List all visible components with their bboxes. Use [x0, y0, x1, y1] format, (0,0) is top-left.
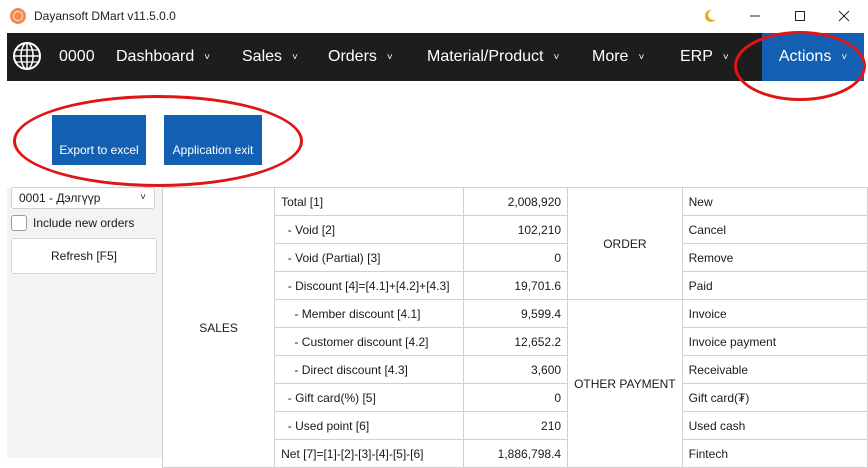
- nav-material-product-label: Material/Product: [427, 48, 544, 65]
- right-item: Invoice: [681, 299, 868, 328]
- annotation-ellipse-buttons: [13, 95, 303, 187]
- chevron-down-icon: ˅: [386, 51, 393, 63]
- right-item: Invoice payment: [681, 327, 868, 356]
- right-item: Fintech: [681, 439, 868, 468]
- nav-material-product[interactable]: Material/Product ˅: [427, 33, 559, 81]
- chevron-down-icon: ˅: [553, 51, 560, 63]
- title-bar: Dayansoft DMart v11.5.0.0: [0, 0, 868, 32]
- row-value: 1,886,798.4: [463, 439, 569, 468]
- row-label: - Used point [6]: [274, 411, 465, 440]
- sales-report-table: SALES Total [1] 2,008,920 ORDER New - Vo…: [161, 187, 868, 468]
- row-label: - Void (Partial) [3]: [274, 243, 465, 272]
- order-section-label: ORDER: [567, 187, 683, 300]
- close-icon[interactable]: [824, 4, 864, 28]
- row-value: 19,701.6: [463, 271, 569, 300]
- nav-sales-label: Sales: [242, 48, 283, 65]
- right-item: Receivable: [681, 355, 868, 384]
- nav-erp-label: ERP: [680, 48, 713, 65]
- right-item: Remove: [681, 243, 868, 272]
- branch-select-value: 0001 - Дэлгүүр: [19, 191, 101, 205]
- branch-select[interactable]: 0001 - Дэлгүүр ˅: [11, 187, 155, 209]
- window-title: Dayansoft DMart v11.5.0.0: [34, 9, 176, 23]
- minimize-icon[interactable]: [735, 4, 775, 28]
- right-item: Used cash: [681, 411, 868, 440]
- table-row: SALES Total [1] 2,008,920 ORDER New: [161, 187, 868, 468]
- row-label: - Void [2]: [274, 215, 465, 244]
- filter-panel: 0001 - Дэлгүүр ˅ Include new orders Refr…: [7, 187, 163, 458]
- row-value: 0: [463, 383, 569, 412]
- row-label: - Customer discount [4.2]: [274, 327, 465, 356]
- right-item: Gift card(₮): [681, 383, 868, 412]
- nav-erp[interactable]: ERP ˅: [680, 33, 729, 81]
- chevron-down-icon: ˅: [204, 51, 211, 63]
- nav-dashboard[interactable]: Dashboard ˅: [116, 33, 210, 81]
- chevron-down-icon: ˅: [140, 192, 146, 203]
- row-value: 0: [463, 243, 569, 272]
- app-logo-icon: [10, 8, 26, 24]
- right-item: Cancel: [681, 215, 868, 244]
- row-value: 210: [463, 411, 569, 440]
- row-label: - Gift card(%) [5]: [274, 383, 465, 412]
- nav-orders[interactable]: Orders ˅: [328, 33, 393, 81]
- sales-section-label: SALES: [161, 187, 276, 468]
- row-label: - Direct discount [4.3]: [274, 355, 465, 384]
- refresh-button[interactable]: Refresh [F5]: [11, 238, 157, 274]
- annotation-ellipse-actions: [734, 31, 866, 101]
- maximize-icon[interactable]: [780, 4, 820, 28]
- row-value: 2,008,920: [463, 187, 569, 216]
- include-new-orders-label: Include new orders: [33, 216, 135, 230]
- nav-dashboard-label: Dashboard: [116, 48, 195, 65]
- row-value: 102,210: [463, 215, 569, 244]
- right-item: Paid: [681, 271, 868, 300]
- chevron-down-icon: ˅: [638, 51, 645, 63]
- right-item: New: [681, 187, 868, 216]
- row-label: - Discount [4]=[4.1]+[4.2]+[4.3]: [274, 271, 465, 300]
- chevron-down-icon: ˅: [292, 51, 298, 63]
- globe-icon[interactable]: [12, 41, 42, 71]
- nav-orders-label: Orders: [328, 48, 377, 65]
- store-code: 0000: [59, 48, 95, 65]
- row-label: Net [7]=[1]-[2]-[3]-[4]-[5]-[6]: [274, 439, 465, 468]
- row-value: 12,652.2: [463, 327, 569, 356]
- nav-sales[interactable]: Sales ˅: [242, 33, 298, 81]
- moon-icon[interactable]: [690, 4, 730, 28]
- other-payment-section-label: OTHER PAYMENT: [567, 299, 683, 468]
- row-label: Total [1]: [274, 187, 465, 216]
- row-label: - Member discount [4.1]: [274, 299, 465, 328]
- nav-more-label: More: [592, 48, 629, 65]
- nav-more[interactable]: More ˅: [592, 33, 644, 81]
- row-value: 9,599.4: [463, 299, 569, 328]
- chevron-down-icon: ˅: [722, 51, 729, 63]
- include-new-orders-checkbox[interactable]: [11, 215, 27, 231]
- row-value: 3,600: [463, 355, 569, 384]
